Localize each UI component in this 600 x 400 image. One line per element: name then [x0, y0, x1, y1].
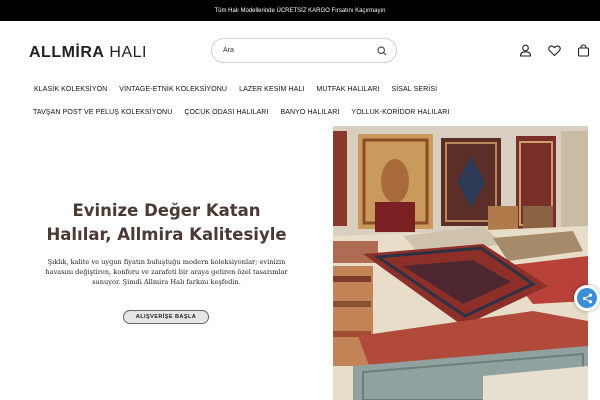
- search-box[interactable]: [211, 38, 397, 63]
- nav-item-lazer[interactable]: LAZER KESİM HALI: [239, 86, 304, 93]
- announcement-text: Tüm Halı Modellerinde ÜCRETSİZ KARGO Fır…: [214, 7, 386, 14]
- share-icon: [582, 293, 592, 303]
- hero-description: Şıklık, kalite ve uygun fiyatın buluştuğ…: [45, 258, 288, 286]
- hero-title-line2: Halılar, Allmira Kalitesiyle: [46, 225, 287, 244]
- carpet-showroom-photo: [333, 126, 588, 400]
- announcement-bar: Tüm Halı Modellerinde ÜCRETSİZ KARGO Fır…: [0, 0, 600, 21]
- hero-text-panel: Evinize Değer Katan Halılar, Allmira Kal…: [0, 126, 333, 400]
- nav-item-banyo[interactable]: BANYO HALILARI: [280, 109, 339, 116]
- share-button[interactable]: [574, 285, 600, 311]
- nav-item-vintage[interactable]: VİNTAGE-ETNİK KOLEKSİYONU: [119, 86, 227, 93]
- start-shopping-button[interactable]: ALIŞVERİŞE BAŞLA: [123, 310, 209, 324]
- nav-row-1: KLASİK KOLEKSİYON VİNTAGE-ETNİK KOLEKSİY…: [34, 86, 437, 93]
- header: ALLMİRA HALI: [0, 21, 600, 81]
- logo-suffix: HALI: [104, 44, 147, 61]
- logo[interactable]: ALLMİRA HALI: [29, 44, 147, 62]
- hero-title-line1: Evinize Değer Katan: [72, 201, 261, 220]
- nav-item-mutfak[interactable]: MUTFAK HALILARI: [316, 86, 379, 93]
- hero-banner: Evinize Değer Katan Halılar, Allmira Kal…: [0, 126, 600, 400]
- bag-icon[interactable]: [577, 44, 590, 57]
- search-icon[interactable]: [377, 46, 387, 56]
- nav-row-2: TAVŞAN POST VE PELUŞ KOLEKSİYONU ÇOCUK O…: [33, 109, 449, 116]
- search-input[interactable]: [223, 47, 373, 54]
- nav-item-sisal[interactable]: SİSAL SERİSİ: [391, 86, 437, 93]
- nav-item-klasik[interactable]: KLASİK KOLEKSİYON: [34, 86, 107, 93]
- logo-brand: ALLMİRA: [29, 44, 105, 61]
- nav-item-yolluk[interactable]: YOLLUK-KORİDOR HALILARI: [351, 109, 449, 116]
- hero-image: [333, 126, 588, 400]
- nav-item-cocuk[interactable]: ÇOCUK ODASI HALILARI: [184, 109, 268, 116]
- user-icon[interactable]: [519, 44, 532, 57]
- nav-item-tavsan[interactable]: TAVŞAN POST VE PELUŞ KOLEKSİYONU: [33, 109, 172, 116]
- heart-icon[interactable]: [548, 44, 561, 57]
- share-icon-bg: [577, 288, 597, 308]
